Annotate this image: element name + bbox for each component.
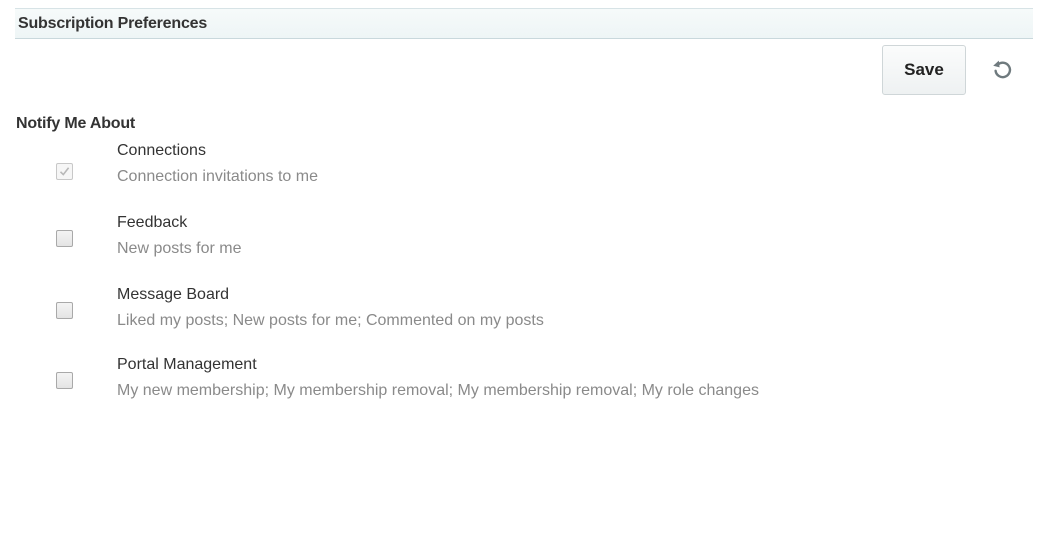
preference-description: My new membership; My membership removal…	[117, 382, 759, 399]
preference-title: Connections	[117, 142, 206, 159]
notify-me-about-label: Notify Me About	[16, 115, 136, 132]
undo-icon	[990, 57, 1014, 86]
panel-header: Subscription Preferences	[15, 8, 1033, 39]
message-board-checkbox[interactable]	[56, 302, 73, 319]
portal-management-checkbox[interactable]	[56, 372, 73, 389]
preference-row-message-board: Message Board Liked my posts; New posts …	[0, 283, 1038, 343]
panel-title: Subscription Preferences	[18, 15, 208, 32]
save-button[interactable]: Save	[882, 45, 966, 95]
feedback-checkbox[interactable]	[56, 230, 73, 247]
preference-description: Liked my posts; New posts for me; Commen…	[117, 312, 544, 329]
preference-row-feedback: Feedback New posts for me	[0, 211, 1038, 271]
subscription-preferences-panel: Subscription Preferences Save Notify Me …	[0, 0, 1038, 551]
preference-description: Connection invitations to me	[117, 168, 318, 185]
preference-row-portal-management: Portal Management My new membership; My …	[0, 353, 1038, 413]
preference-title: Message Board	[117, 286, 230, 303]
preference-title: Portal Management	[117, 356, 257, 373]
reset-button[interactable]	[984, 56, 1020, 86]
preference-title: Feedback	[117, 214, 188, 231]
preference-row-connections: Connections Connection invitations to me	[0, 140, 1038, 200]
connections-checkbox	[56, 163, 73, 180]
preference-description: New posts for me	[117, 240, 242, 257]
